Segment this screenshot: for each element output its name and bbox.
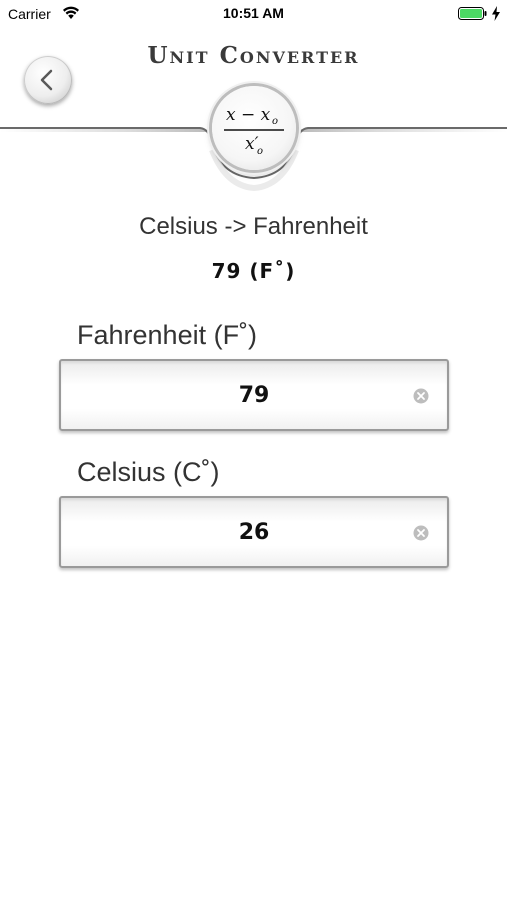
formula-logo: x − x o x′ o <box>212 86 296 170</box>
header: Unit Converter x − x o x′ o <box>0 28 507 198</box>
celsius-field[interactable] <box>59 496 449 568</box>
formula-svg: x − x o x′ o <box>224 105 284 157</box>
formula-denominator-sub: o <box>257 146 263 157</box>
celsius-input[interactable] <box>81 498 397 566</box>
clear-circle-icon[interactable] <box>413 525 429 541</box>
status-time: 10:51 AM <box>223 5 284 21</box>
chevron-left-icon <box>40 69 53 91</box>
celsius-label: Celsius (C˚) <box>77 457 220 487</box>
conversion-direction-label: Celsius -> Fahrenheit <box>139 213 368 240</box>
charging-bolt-icon <box>492 6 500 21</box>
formula-numerator-sub: o <box>272 116 278 127</box>
conversion-result: 79 (F˚) <box>211 259 296 283</box>
status-bar: Carrier 10:51 AM <box>0 0 507 28</box>
battery-icon <box>458 7 487 20</box>
fahrenheit-field[interactable] <box>59 359 449 431</box>
back-button[interactable] <box>24 56 72 104</box>
fahrenheit-label: Fahrenheit (F˚) <box>77 320 258 350</box>
clear-circle-icon[interactable] <box>413 388 429 404</box>
formula-numerator: x − x <box>226 105 271 125</box>
screen: Carrier 10:51 AM Unit Converter x − x o … <box>0 0 507 900</box>
app-title: Unit Converter <box>147 42 360 69</box>
fahrenheit-input[interactable] <box>81 361 397 429</box>
